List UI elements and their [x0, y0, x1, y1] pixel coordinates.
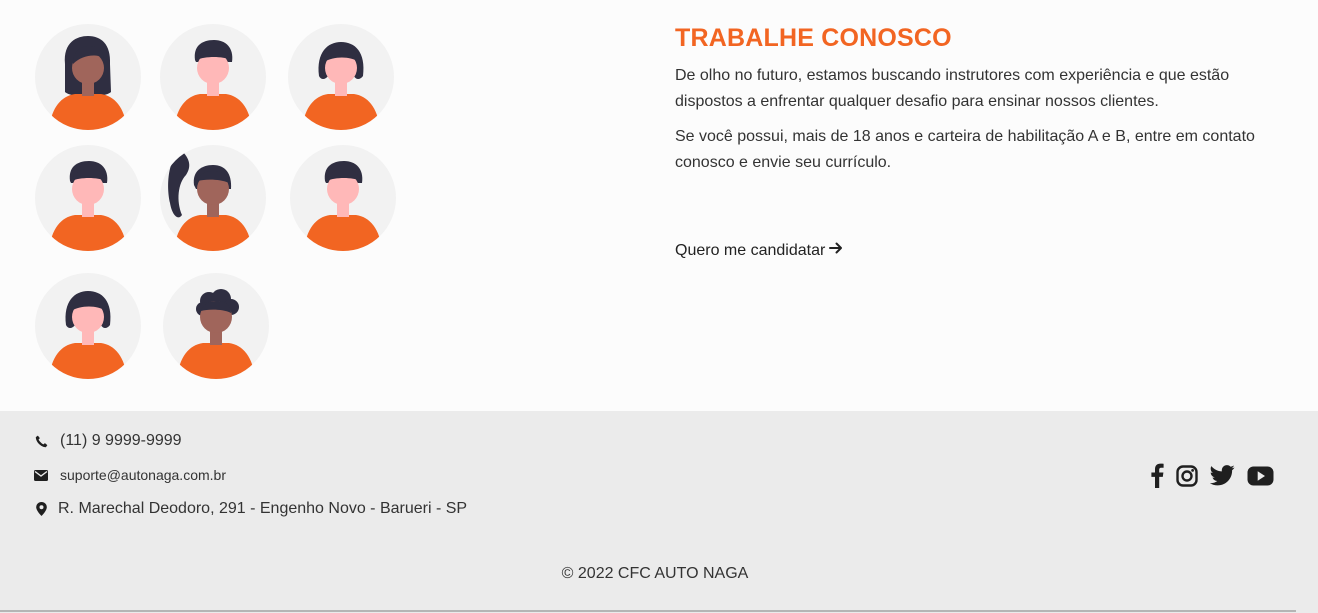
person-illustration: [160, 145, 266, 251]
avatar: [290, 145, 396, 251]
avatar: [163, 273, 269, 379]
arrow-right-icon: [829, 240, 843, 262]
avatar: [35, 273, 141, 379]
phone-icon: [34, 434, 48, 448]
avatar: [160, 24, 266, 130]
join-section: TRABALHE CONOSCO De olho no futuro, esta…: [0, 0, 1318, 411]
avatar: [35, 145, 141, 251]
youtube-icon[interactable]: [1247, 466, 1274, 486]
person-illustration: [288, 24, 394, 130]
apply-link[interactable]: Quero me candidatar: [675, 240, 843, 262]
email-contact[interactable]: suporte@autonaga.com.br: [34, 467, 226, 483]
person-illustration: [163, 273, 269, 379]
avatar: [160, 145, 266, 251]
footer: (11) 9 9999-9999 suporte@autonaga.com.br…: [0, 411, 1318, 613]
address-contact: R. Marechal Deodoro, 291 - Engenho Novo …: [34, 500, 467, 518]
section-title: TRABALHE CONOSCO: [675, 24, 952, 52]
facebook-icon[interactable]: [1150, 463, 1164, 488]
avatar-grid: [0, 0, 420, 411]
apply-link-label: Quero me candidatar: [675, 242, 826, 259]
social-links: [1150, 463, 1274, 488]
person-illustration: [35, 273, 141, 379]
person-illustration: [160, 24, 266, 130]
address-text: R. Marechal Deodoro, 291 - Engenho Novo …: [58, 500, 468, 517]
paragraph-requirements: Se você possui, mais de 18 anos e cartei…: [675, 128, 1255, 171]
person-illustration: [290, 145, 396, 251]
map-marker-icon: [34, 502, 48, 516]
paragraph-intro: De olho no futuro, estamos buscando inst…: [675, 67, 1230, 110]
envelope-icon: [34, 468, 48, 482]
phone-contact[interactable]: (11) 9 9999-9999: [34, 432, 182, 450]
person-illustration: [35, 24, 141, 130]
phone-text: (11) 9 9999-9999: [60, 432, 182, 449]
email-text: suporte@autonaga.com.br: [60, 467, 226, 483]
join-content: TRABALHE CONOSCO De olho no futuro, esta…: [675, 22, 1285, 176]
footer-divider: [0, 610, 1296, 612]
avatar: [288, 24, 394, 130]
copyright-text: © 2022 CFC AUTO NAGA: [561, 565, 749, 582]
person-illustration: [35, 145, 141, 251]
twitter-icon[interactable]: [1210, 465, 1235, 486]
instagram-icon[interactable]: [1176, 464, 1198, 487]
avatar: [35, 24, 141, 130]
